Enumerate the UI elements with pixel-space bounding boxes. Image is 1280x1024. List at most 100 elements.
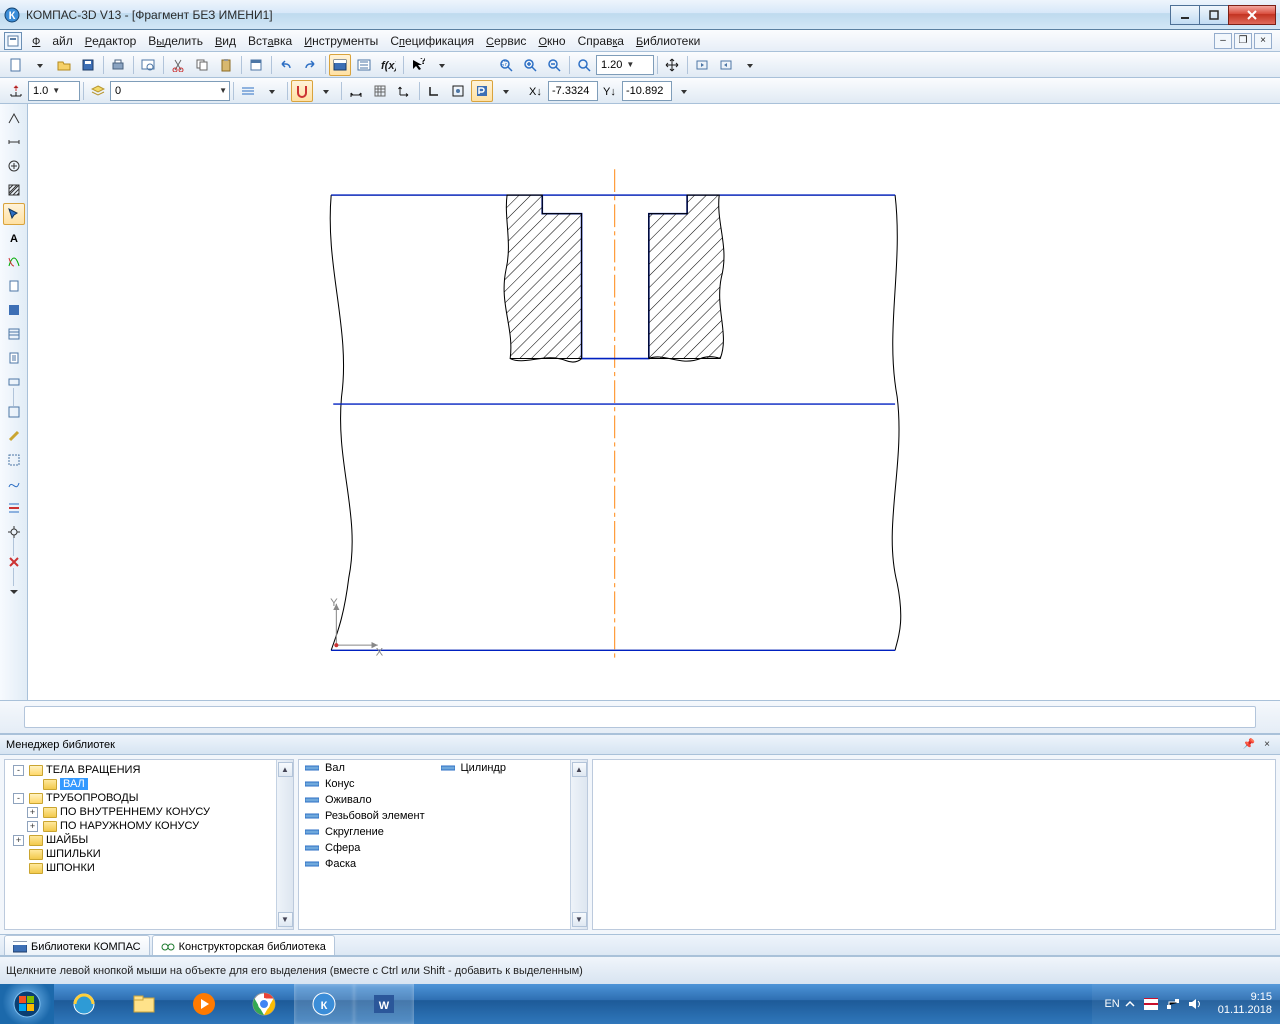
list-item[interactable]: Цилиндр: [435, 760, 571, 776]
zoom-level-dropdown[interactable]: 1.20▼: [596, 55, 654, 75]
hatch-tool[interactable]: [3, 179, 25, 201]
round-button[interactable]: [447, 80, 469, 102]
print-button[interactable]: [107, 54, 129, 76]
menu-tools[interactable]: Инструменты: [298, 32, 384, 50]
list-item[interactable]: Скругление: [299, 824, 435, 840]
table-tool[interactable]: [3, 251, 25, 273]
tray-network-icon[interactable]: [1166, 998, 1180, 1010]
dim-button[interactable]: [345, 80, 367, 102]
snap-dropdown-button[interactable]: [315, 80, 337, 102]
tray-show-hidden-icon[interactable]: [1124, 998, 1136, 1010]
library-list[interactable]: ВалКонусОживалоРезьбовой элементСкруглен…: [298, 759, 588, 930]
tree-scrollbar[interactable]: ▲▼: [276, 760, 293, 929]
menu-libs[interactable]: Библиотеки: [630, 32, 706, 50]
zoom-in-button[interactable]: [519, 54, 541, 76]
variables-button[interactable]: [353, 54, 375, 76]
new-doc-dropdown[interactable]: [29, 54, 51, 76]
start-button[interactable]: [0, 984, 54, 1024]
menu-view[interactable]: Вид: [209, 32, 242, 50]
text-tool[interactable]: A: [3, 227, 25, 249]
param-mode-button[interactable]: [471, 80, 493, 102]
snap-button[interactable]: [291, 80, 313, 102]
tray-date[interactable]: 01.11.2018: [1218, 1004, 1272, 1017]
tray-volume-icon[interactable]: [1188, 998, 1202, 1010]
list-item[interactable]: Сфера: [299, 840, 435, 856]
measure-tool[interactable]: [3, 425, 25, 447]
toolbar-overflow[interactable]: [431, 54, 453, 76]
help-cursor-button[interactable]: ?: [407, 54, 429, 76]
spline-tool[interactable]: [3, 473, 25, 495]
menu-editor[interactable]: Редактор: [79, 32, 143, 50]
style-button[interactable]: [237, 80, 259, 102]
attribs-tool[interactable]: [3, 497, 25, 519]
copy-button[interactable]: [191, 54, 213, 76]
view-prev-button[interactable]: [691, 54, 713, 76]
menu-file[interactable]: Файл: [26, 32, 79, 50]
cursor-step-dropdown[interactable]: 1.0▼: [28, 81, 80, 101]
list-item[interactable]: Оживало: [299, 792, 435, 808]
panel-close-button[interactable]: ×: [1260, 738, 1274, 752]
task-explorer[interactable]: [114, 984, 174, 1024]
window-maximize-button[interactable]: [1199, 5, 1229, 25]
list-item[interactable]: Резьбовой элемент: [299, 808, 435, 824]
system-tray[interactable]: EN 9:15 01.11.2018: [1092, 984, 1280, 1024]
cursor-step-button[interactable]: [5, 80, 27, 102]
geometry-tool[interactable]: [3, 107, 25, 129]
paste-button[interactable]: [215, 54, 237, 76]
tree-item[interactable]: ШПОНКИ: [11, 861, 274, 875]
toolbar-overflow-4[interactable]: [673, 80, 695, 102]
menu-help[interactable]: Справка: [572, 32, 630, 50]
properties-button[interactable]: [245, 54, 267, 76]
task-ie[interactable]: [54, 984, 114, 1024]
task-kompas[interactable]: К: [294, 984, 354, 1024]
tray-flag-icon[interactable]: [1144, 998, 1158, 1010]
menu-service[interactable]: Сервис: [480, 32, 532, 50]
mdi-restore-button[interactable]: ❐: [1234, 33, 1252, 49]
tree-item[interactable]: +ШАЙБЫ: [11, 833, 274, 847]
rough-tool[interactable]: [3, 275, 25, 297]
menu-insert[interactable]: Вставка: [242, 32, 298, 50]
property-bar-field[interactable]: [24, 706, 1256, 728]
library-tree[interactable]: -ТЕЛА ВРАЩЕНИЯВАЛ-ТРУБОПРОВОДЫ+ПО ВНУТРЕ…: [4, 759, 294, 930]
toolbar-overflow-3[interactable]: [495, 80, 517, 102]
lcs-button[interactable]: [393, 80, 415, 102]
spec-tool[interactable]: [3, 323, 25, 345]
edit-tool[interactable]: [3, 203, 25, 225]
tree-item[interactable]: -ТЕЛА ВРАЩЕНИЯ: [11, 763, 274, 777]
save-button[interactable]: [77, 54, 99, 76]
grid-button[interactable]: [369, 80, 391, 102]
zoom-fit-button[interactable]: [573, 54, 595, 76]
coord-y-field[interactable]: -10.892: [622, 81, 672, 101]
list-item[interactable]: Вал: [299, 760, 435, 776]
task-media[interactable]: [174, 984, 234, 1024]
panel-overflow[interactable]: [3, 581, 25, 603]
pan-button[interactable]: [661, 54, 683, 76]
tab-kompas-libs[interactable]: Библиотеки КОМПАС: [4, 935, 150, 955]
zoom-selection-button[interactable]: [495, 54, 517, 76]
tree-item[interactable]: ВАЛ: [11, 777, 274, 791]
menu-window[interactable]: Окно: [532, 32, 571, 50]
tray-lang[interactable]: EN: [1104, 998, 1119, 1010]
menu-spec[interactable]: Спецификация: [384, 32, 480, 50]
drawing-canvas[interactable]: Y X: [28, 104, 1280, 700]
library-manager-button[interactable]: [329, 54, 351, 76]
view-next-button[interactable]: [715, 54, 737, 76]
ortho-button[interactable]: [423, 80, 445, 102]
tray-time[interactable]: 9:15: [1218, 991, 1272, 1004]
tree-item[interactable]: +ПО ВНУТРЕННЕМУ КОНУСУ: [11, 805, 274, 819]
preview-button[interactable]: [137, 54, 159, 76]
zoom-out-button[interactable]: [543, 54, 565, 76]
coord-x-field[interactable]: -7.3324: [548, 81, 598, 101]
select-tool[interactable]: [3, 449, 25, 471]
list-scrollbar[interactable]: ▲▼: [570, 760, 587, 929]
document-icon[interactable]: [4, 32, 22, 50]
style-dropdown-button[interactable]: [261, 80, 283, 102]
mdi-minimize-button[interactable]: –: [1214, 33, 1232, 49]
redo-button[interactable]: [299, 54, 321, 76]
panel-pin-button[interactable]: 📌: [1242, 738, 1256, 752]
open-button[interactable]: [53, 54, 75, 76]
tree-item[interactable]: +ПО НАРУЖНОМУ КОНУСУ: [11, 819, 274, 833]
assoc-view-tool[interactable]: [3, 299, 25, 321]
task-chrome[interactable]: [234, 984, 294, 1024]
report-tool[interactable]: [3, 347, 25, 369]
